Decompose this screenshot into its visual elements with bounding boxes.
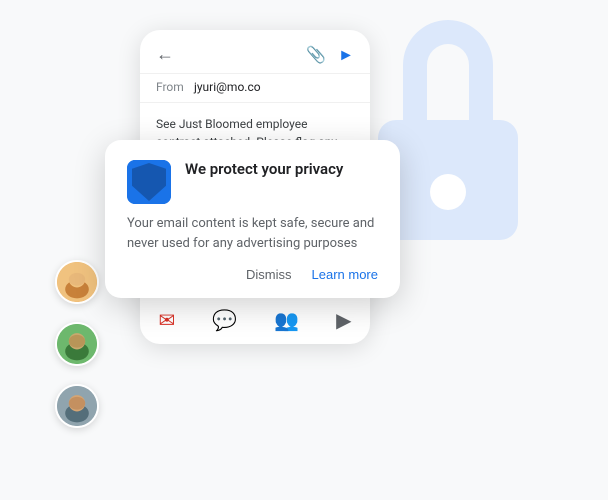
attachment-icon[interactable]: 📎 <box>306 45 326 64</box>
bottom-navigation: ✉ 💬 👥 ▶ <box>140 297 370 344</box>
chat-nav-icon[interactable]: 💬 <box>212 308 237 332</box>
send-icon[interactable]: ► <box>338 45 354 65</box>
email-header: ← 📎 ► <box>140 30 370 74</box>
gmail-nav-icon[interactable]: ✉ <box>159 308 176 332</box>
google-shield-icon: G <box>127 160 171 204</box>
from-row: From jyuri@mo.co <box>140 74 370 103</box>
popup-header: G We protect your privacy <box>127 160 378 204</box>
avatar-stack <box>55 260 99 428</box>
popup-title: We protect your privacy <box>185 160 343 180</box>
learn-more-button[interactable]: Learn more <box>312 267 378 282</box>
video-nav-icon[interactable]: ▶ <box>336 308 351 332</box>
dismiss-button[interactable]: Dismiss <box>246 267 292 282</box>
from-label: From <box>156 80 188 94</box>
back-icon[interactable]: ← <box>156 44 174 65</box>
svg-text:G: G <box>143 175 155 192</box>
meet-nav-icon[interactable]: 👥 <box>274 308 299 332</box>
avatar-3 <box>55 384 99 428</box>
popup-body: Your email content is kept safe, secure … <box>127 214 378 253</box>
popup-actions: Dismiss Learn more <box>127 267 378 282</box>
avatar-1 <box>55 260 99 304</box>
privacy-popup: G We protect your privacy Your email con… <box>105 140 400 298</box>
from-value: jyuri@mo.co <box>194 80 261 94</box>
avatar-2 <box>55 322 99 366</box>
scene: ← 📎 ► From jyuri@mo.co See Just Bloomed … <box>0 0 608 500</box>
